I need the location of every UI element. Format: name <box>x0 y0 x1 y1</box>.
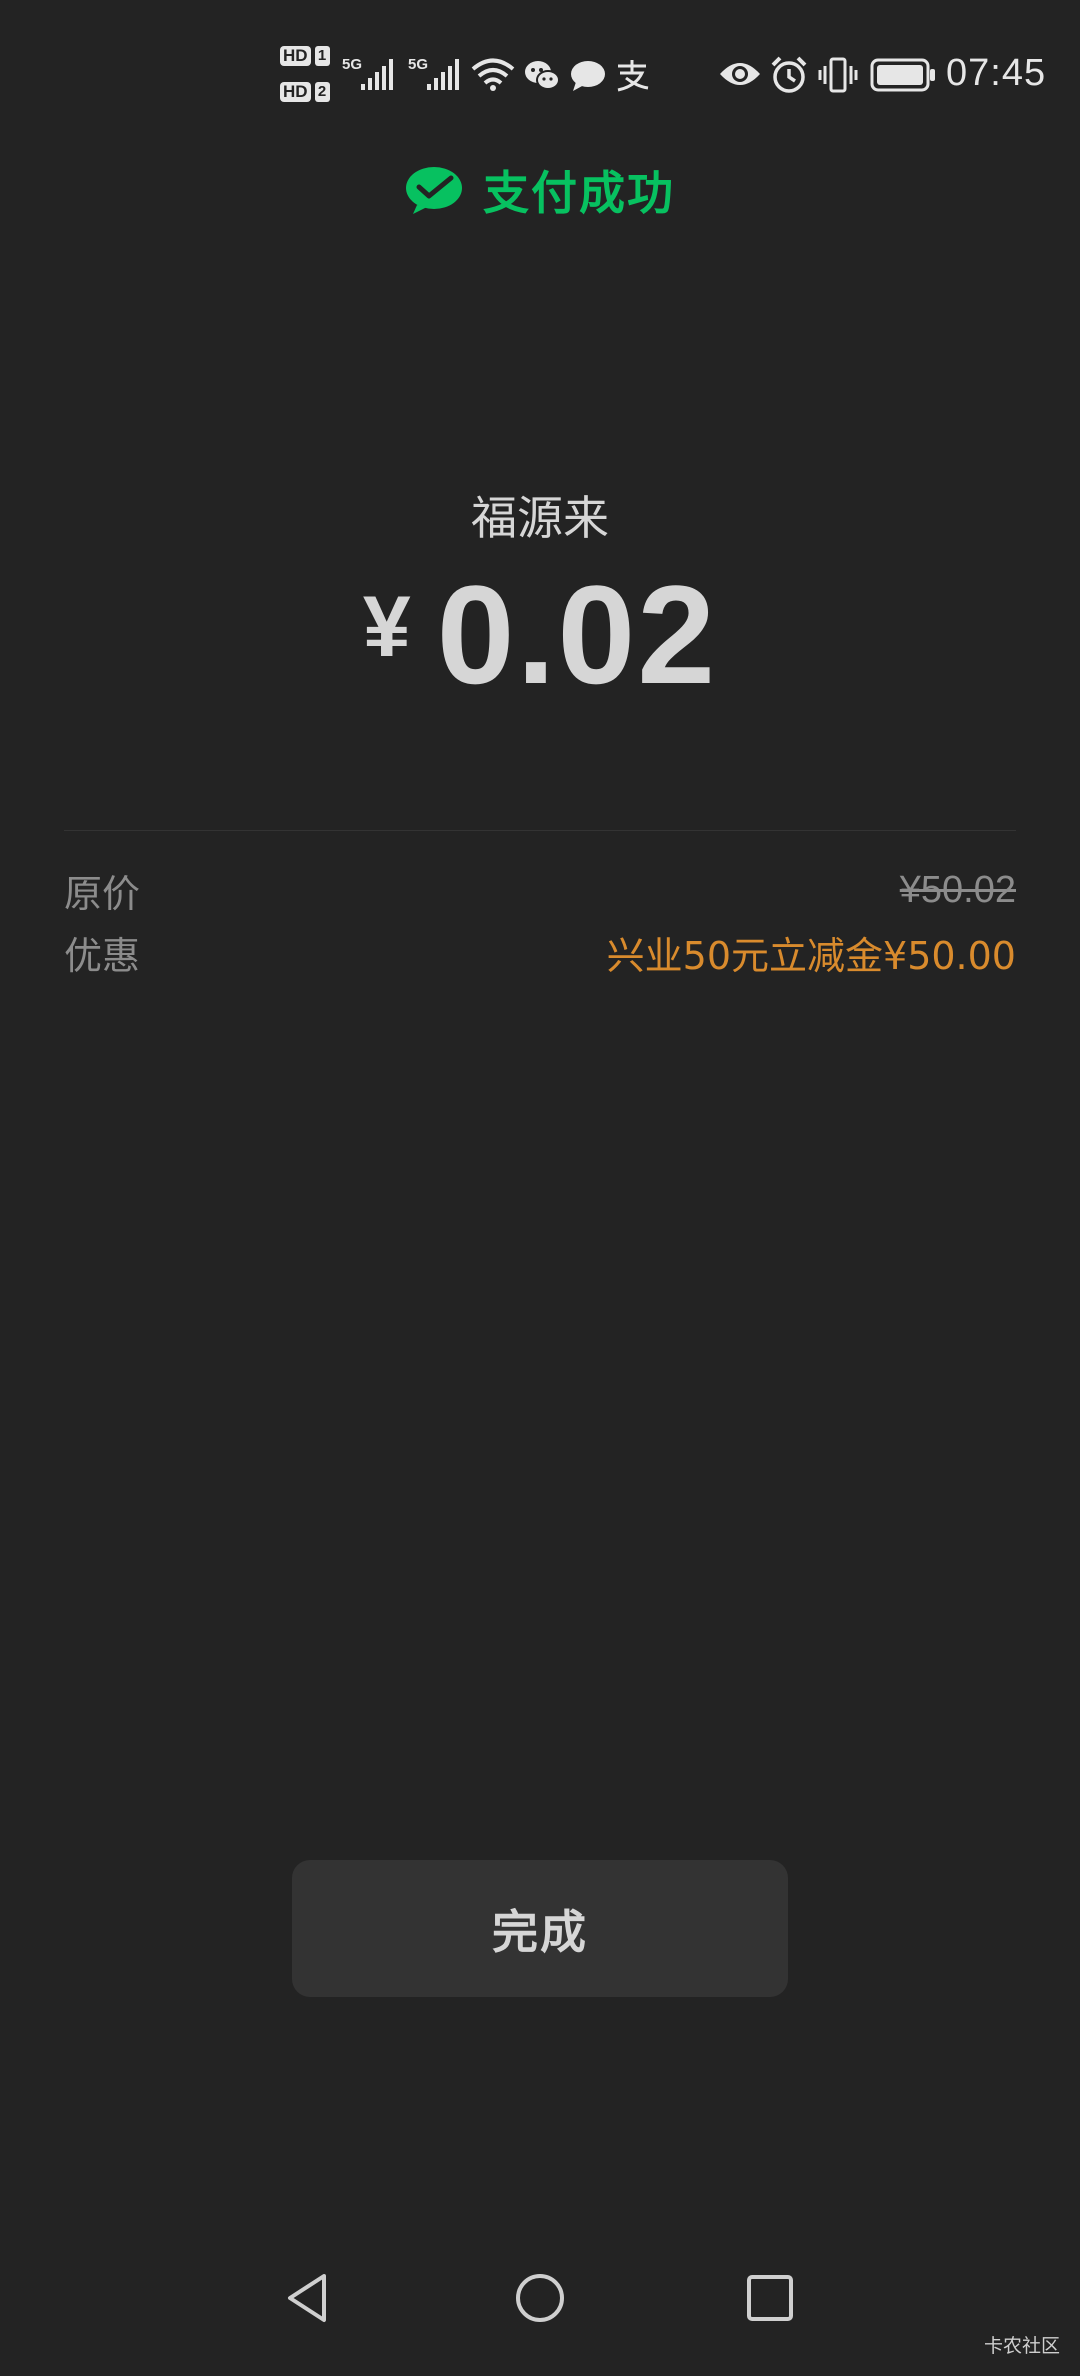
sim1-hd-badge: HD 1 <box>280 46 330 66</box>
discount-value: 兴业50元立减金¥50.00 <box>606 933 1016 978</box>
signal-icon <box>427 59 459 90</box>
currency-symbol: ¥ <box>362 579 411 675</box>
done-button[interactable]: 完成 <box>292 1860 788 1997</box>
status-time: 07:45 <box>946 52 1047 94</box>
home-circle-icon[interactable] <box>512 2270 568 2326</box>
sim2-hd-badge: HD 2 <box>280 82 330 102</box>
divider <box>64 830 1016 831</box>
battery-icon <box>870 58 935 92</box>
eye-icon <box>720 63 760 85</box>
original-price-label: 原价 <box>64 871 141 916</box>
wechat-pay-icon <box>406 167 462 214</box>
recent-square-icon[interactable] <box>742 2270 798 2326</box>
original-price-value: ¥50.02 <box>899 868 1016 911</box>
payment-success-header: 支付成功 <box>0 158 1080 222</box>
status-bar: HD 1 HD 2 5G 5G 07:45 <box>0 0 1080 150</box>
merchant-name: 福源来 <box>471 491 609 545</box>
alarm-icon <box>771 56 807 93</box>
watermark: 卡农社区 <box>983 2335 1060 2357</box>
network-type-1: 5G <box>342 56 363 73</box>
message-icon <box>571 61 605 91</box>
discount-label: 优惠 <box>64 933 141 978</box>
signal-icon <box>361 59 393 90</box>
discount-row: 优惠 兴业50元立减金¥50.00 <box>64 924 1016 980</box>
wifi-icon <box>471 58 515 91</box>
payment-amount: ¥ 0.02 <box>0 560 1080 710</box>
vibrate-icon <box>818 57 858 93</box>
back-triangle-icon[interactable] <box>280 2270 336 2326</box>
navigation-bar <box>0 2270 1080 2360</box>
wechat-icon <box>525 61 560 90</box>
original-price-row: 原价 ¥50.02 <box>64 862 1016 918</box>
alipay-icon <box>617 60 649 92</box>
network-type-2: 5G <box>408 56 429 73</box>
payment-success-title: 支付成功 <box>483 166 675 220</box>
amount-value: 0.02 <box>436 556 718 713</box>
